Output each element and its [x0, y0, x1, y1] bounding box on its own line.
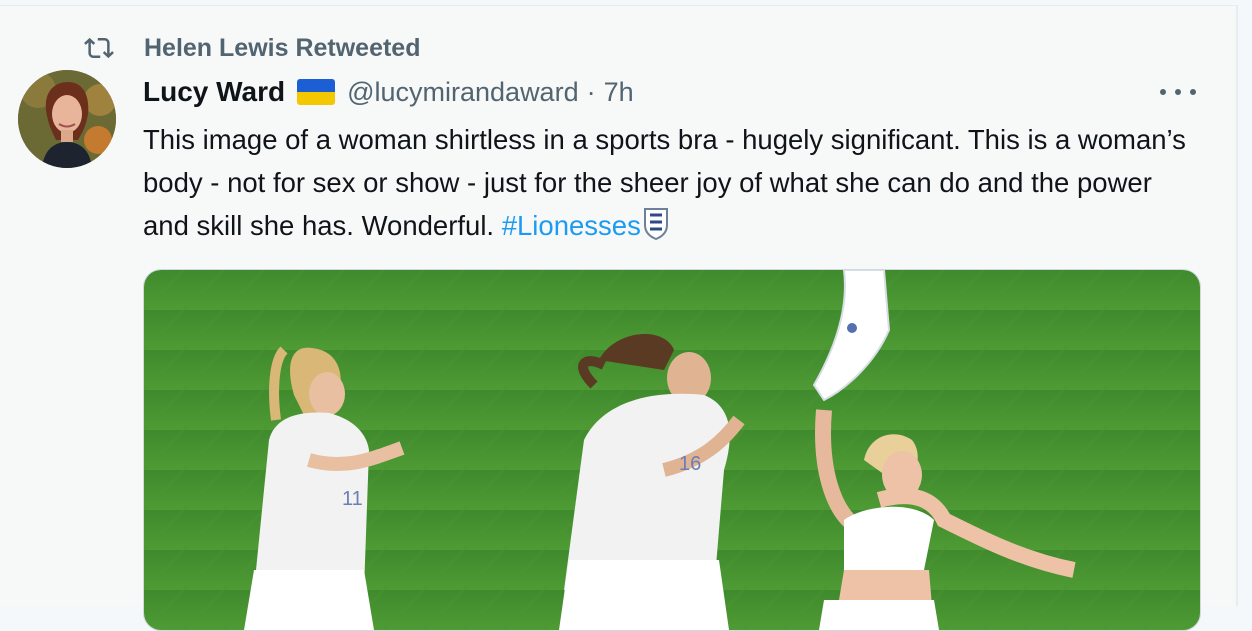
jersey-number-11: 11: [342, 488, 363, 510]
tweet-text: This image of a woman shirtless in a spo…: [143, 118, 1203, 247]
separator: ·: [586, 76, 596, 107]
author-handle[interactable]: @lucymirandaward: [347, 77, 579, 108]
author-name[interactable]: Lucy Ward: [143, 76, 285, 108]
ukraine-flag-icon: [297, 79, 336, 105]
jersey-number-16: 16: [679, 453, 701, 475]
football-celebration-photo: 11 16: [144, 270, 1200, 630]
england-shield-icon: [643, 208, 668, 241]
retweet-icon: [84, 37, 114, 59]
tweet-card[interactable]: Helen Lewis Retweeted Lucy Ward @lucymir…: [0, 5, 1238, 631]
retweet-context[interactable]: Helen Lewis Retweeted: [84, 32, 420, 64]
avatar[interactable]: [18, 70, 116, 168]
tweet-header: Lucy Ward @lucymirandaward · 7h: [143, 72, 634, 112]
tweet-media-image[interactable]: 11 16: [143, 269, 1201, 631]
timestamp[interactable]: 7h: [604, 77, 634, 108]
more-icon[interactable]: [1160, 84, 1196, 100]
retweet-label[interactable]: Helen Lewis Retweeted: [144, 34, 420, 63]
hashtag-link[interactable]: #Lionesses: [502, 210, 641, 241]
avatar-image: [18, 70, 116, 168]
